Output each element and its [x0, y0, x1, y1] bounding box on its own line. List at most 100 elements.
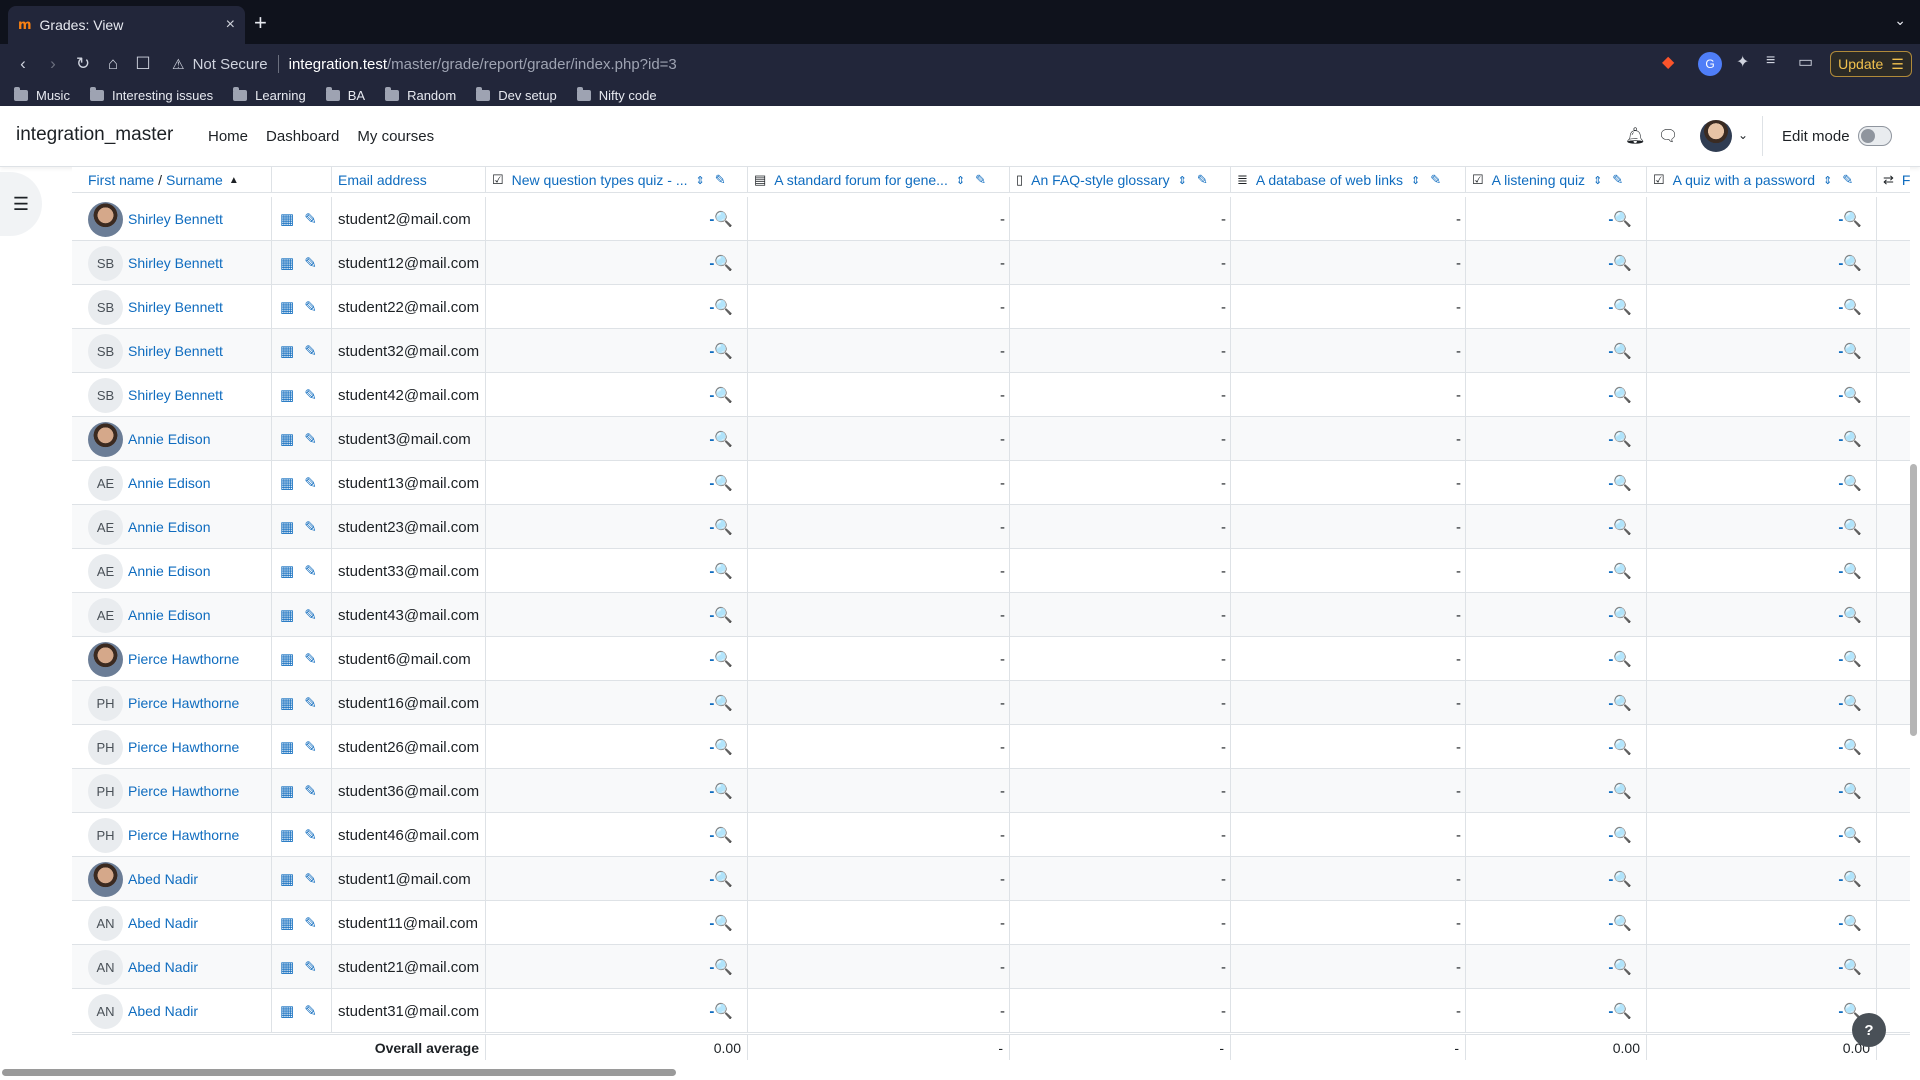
grade-item-link[interactable]: An FAQ-style glossary [1031, 172, 1170, 188]
user-grades-icon[interactable]: ▦ [280, 738, 294, 756]
user-avatar[interactable]: AN [88, 905, 123, 941]
nav-home[interactable]: Home [208, 128, 248, 145]
user-name-link[interactable]: Annie Edison [128, 519, 211, 535]
user-grades-icon[interactable]: ▦ [280, 914, 294, 932]
bookmark-folder[interactable]: Dev setup [476, 86, 557, 103]
edit-user-icon[interactable]: ✎ [304, 782, 317, 800]
grade-analysis-icon[interactable]: -🔍 [1646, 637, 1876, 681]
user-grades-icon[interactable]: ▦ [280, 342, 294, 360]
user-grades-icon[interactable]: ▦ [280, 518, 294, 536]
edit-pencil-icon[interactable]: ✎ [1612, 172, 1623, 188]
edit-pencil-icon[interactable]: ✎ [975, 172, 986, 188]
reload-icon[interactable]: ↻ [68, 54, 98, 74]
grade-analysis-icon[interactable]: -🔍 [1646, 989, 1876, 1033]
bookmark-folder[interactable]: Random [385, 86, 456, 103]
grade-item-link[interactable]: A standard forum for gene... [774, 172, 948, 188]
user-avatar[interactable]: SB [88, 333, 123, 369]
user-avatar[interactable] [88, 421, 123, 457]
user-name-link[interactable]: Annie Edison [128, 563, 211, 579]
edit-mode-toggle[interactable] [1858, 126, 1892, 146]
grade-analysis-icon[interactable]: -🔍 [1646, 549, 1876, 593]
grade-item-link[interactable]: New question types quiz - ... [512, 172, 688, 188]
new-tab-icon[interactable]: + [254, 10, 267, 36]
edit-pencil-icon[interactable]: ✎ [715, 172, 726, 188]
close-tab-icon[interactable]: × [226, 16, 235, 34]
home-icon[interactable]: ⌂ [98, 54, 128, 74]
edit-user-icon[interactable]: ✎ [304, 1002, 317, 1020]
user-name-link[interactable]: Abed Nadir [128, 871, 198, 887]
grade-analysis-icon[interactable]: -🔍 [1465, 241, 1646, 285]
sort-icon[interactable]: ⇕ [956, 174, 965, 187]
edit-user-icon[interactable]: ✎ [304, 254, 317, 272]
nav-my-courses[interactable]: My courses [357, 128, 434, 145]
user-name-link[interactable]: Pierce Hawthorne [128, 695, 239, 711]
edit-user-icon[interactable]: ✎ [304, 518, 317, 536]
grade-analysis-icon[interactable] [1876, 637, 1910, 681]
user-grades-icon[interactable]: ▦ [280, 650, 294, 668]
grade-analysis-icon[interactable]: -🔍 [485, 285, 747, 329]
edit-user-icon[interactable]: ✎ [304, 826, 317, 844]
user-avatar[interactable]: SB [88, 245, 123, 281]
grade-analysis-icon[interactable]: -🔍 [1465, 329, 1646, 373]
user-grades-icon[interactable]: ▦ [280, 474, 294, 492]
grade-analysis-icon[interactable]: -🔍 [485, 989, 747, 1033]
user-avatar[interactable]: AN [88, 993, 123, 1029]
user-name-link[interactable]: Pierce Hawthorne [128, 651, 239, 667]
grade-item-link[interactable]: F [1902, 172, 1910, 188]
user-name-link[interactable]: Annie Edison [128, 431, 211, 447]
user-grades-icon[interactable]: ▦ [280, 870, 294, 888]
tab-search-icon[interactable]: ⌄ [1894, 12, 1906, 29]
edit-user-icon[interactable]: ✎ [304, 386, 317, 404]
user-avatar[interactable] [88, 201, 123, 237]
grade-analysis-icon[interactable] [1876, 329, 1910, 373]
grade-analysis-icon[interactable]: -🔍 [1646, 725, 1876, 769]
grade-analysis-icon[interactable]: -🔍 [485, 417, 747, 461]
user-grades-icon[interactable]: ▦ [280, 254, 294, 272]
grade-analysis-icon[interactable]: -🔍 [1646, 329, 1876, 373]
grade-analysis-icon[interactable]: -🔍 [1646, 813, 1876, 857]
grade-analysis-icon[interactable] [1876, 461, 1910, 505]
grade-analysis-icon[interactable]: -🔍 [1465, 857, 1646, 901]
grade-analysis-icon[interactable]: -🔍 [1646, 461, 1876, 505]
user-grades-icon[interactable]: ▦ [280, 562, 294, 580]
sort-icon[interactable]: ⇕ [1411, 174, 1420, 187]
grade-analysis-icon[interactable] [1876, 285, 1910, 329]
user-avatar[interactable] [88, 641, 123, 677]
update-button[interactable]: Update ☰ [1830, 51, 1912, 77]
grade-analysis-icon[interactable] [1876, 725, 1910, 769]
edit-user-icon[interactable]: ✎ [304, 738, 317, 756]
playlist-icon[interactable]: ≡ [1766, 52, 1775, 70]
grade-analysis-icon[interactable]: -🔍 [1646, 945, 1876, 989]
edit-user-icon[interactable]: ✎ [304, 606, 317, 624]
user-name-link[interactable]: Shirley Bennett [128, 387, 223, 403]
grade-analysis-icon[interactable]: -🔍 [1465, 813, 1646, 857]
grade-analysis-icon[interactable]: -🔍 [485, 505, 747, 549]
grade-analysis-icon[interactable]: -🔍 [1465, 549, 1646, 593]
grade-analysis-icon[interactable]: -🔍 [1465, 945, 1646, 989]
bookmark-folder[interactable]: Nifty code [576, 86, 657, 103]
sort-icon[interactable]: ⇕ [1593, 174, 1602, 187]
grade-analysis-icon[interactable]: -🔍 [485, 593, 747, 637]
horizontal-scrollbar[interactable] [0, 1066, 1920, 1078]
edit-user-icon[interactable]: ✎ [304, 430, 317, 448]
grade-analysis-icon[interactable]: -🔍 [485, 549, 747, 593]
user-name-link[interactable]: Shirley Bennett [128, 343, 223, 359]
grade-analysis-icon[interactable]: -🔍 [1465, 637, 1646, 681]
sort-first-name[interactable]: First name [88, 172, 154, 188]
grade-analysis-icon[interactable]: -🔍 [485, 197, 747, 241]
user-avatar[interactable]: AE [88, 597, 123, 633]
user-name-link[interactable]: Pierce Hawthorne [128, 783, 239, 799]
user-name-link[interactable]: Shirley Bennett [128, 299, 223, 315]
bookmark-folder[interactable]: Music [14, 86, 70, 103]
user-name-link[interactable]: Pierce Hawthorne [128, 827, 239, 843]
sort-icon[interactable]: ⇕ [696, 174, 705, 187]
user-name-link[interactable]: Abed Nadir [128, 1003, 198, 1019]
grade-analysis-icon[interactable] [1876, 197, 1910, 241]
grade-analysis-icon[interactable]: -🔍 [485, 725, 747, 769]
extensions-icon[interactable]: ✦ [1736, 52, 1749, 72]
user-avatar[interactable]: PH [88, 685, 123, 721]
user-grades-icon[interactable]: ▦ [280, 606, 294, 624]
grade-analysis-icon[interactable] [1876, 505, 1910, 549]
grade-analysis-icon[interactable]: -🔍 [1465, 505, 1646, 549]
grade-analysis-icon[interactable]: -🔍 [1465, 461, 1646, 505]
